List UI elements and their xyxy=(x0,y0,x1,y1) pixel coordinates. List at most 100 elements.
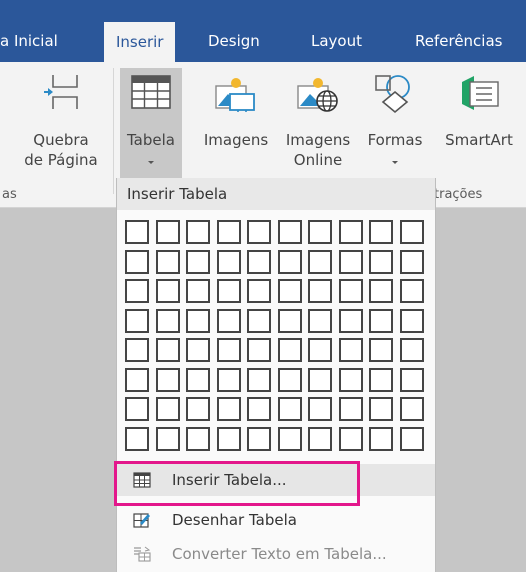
menu-desenhar-tabela-label: Desenhar Tabela xyxy=(172,511,297,529)
grid-cell[interactable] xyxy=(369,367,393,392)
grid-cell[interactable] xyxy=(369,397,393,421)
grid-cell[interactable] xyxy=(338,426,363,451)
quebra-de-pagina-button[interactable]: Quebra de Página xyxy=(16,68,106,182)
grid-cell[interactable] xyxy=(155,279,180,303)
quebra-label-2: de Página xyxy=(24,151,98,169)
grid-cell[interactable] xyxy=(338,220,363,244)
grid-cell[interactable] xyxy=(186,249,210,274)
grid-cell[interactable] xyxy=(247,397,271,421)
grid-cell[interactable] xyxy=(308,279,332,303)
grid-cell[interactable] xyxy=(247,338,271,362)
grid-cell[interactable] xyxy=(125,338,149,362)
grid-cell[interactable] xyxy=(247,249,271,274)
chevron-down-icon xyxy=(148,161,154,164)
formas-button[interactable]: Formas xyxy=(358,68,432,178)
grid-cell[interactable] xyxy=(247,279,271,303)
grid-cell[interactable] xyxy=(277,367,302,392)
grid-cell[interactable] xyxy=(399,426,424,451)
grid-cell[interactable] xyxy=(216,338,241,362)
tab-design[interactable]: Design xyxy=(208,20,260,62)
grid-cell[interactable] xyxy=(338,338,363,362)
tab-referencias[interactable]: Referências xyxy=(415,20,502,62)
grid-cell[interactable] xyxy=(186,426,210,451)
grid-cell[interactable] xyxy=(186,397,210,421)
menu-desenhar-tabela[interactable]: Desenhar Tabela xyxy=(117,504,435,536)
grid-cell[interactable] xyxy=(125,426,149,451)
grid-cell[interactable] xyxy=(155,426,180,451)
grid-cell[interactable] xyxy=(277,338,302,362)
grid-cell[interactable] xyxy=(369,249,393,274)
grid-cell[interactable] xyxy=(369,338,393,362)
grid-cell[interactable] xyxy=(399,338,424,362)
grid-cell[interactable] xyxy=(216,397,241,421)
group-label-ilustracoes: trações xyxy=(434,187,483,202)
grid-cell[interactable] xyxy=(125,397,149,421)
grid-cell[interactable] xyxy=(308,249,332,274)
grid-cell[interactable] xyxy=(277,397,302,421)
grid-cell[interactable] xyxy=(216,308,241,333)
grid-cell[interactable] xyxy=(399,367,424,392)
grid-cell[interactable] xyxy=(155,367,180,392)
grid-cell[interactable] xyxy=(399,397,424,421)
grid-cell[interactable] xyxy=(308,397,332,421)
grid-cell[interactable] xyxy=(186,279,210,303)
grid-cell[interactable] xyxy=(399,220,424,244)
imagens-online-button[interactable]: Imagens Online xyxy=(278,68,358,178)
grid-cell[interactable] xyxy=(247,220,271,244)
tab-layout[interactable]: Layout xyxy=(311,20,362,62)
grid-cell[interactable] xyxy=(216,249,241,274)
grid-cell[interactable] xyxy=(277,220,302,244)
grid-cell[interactable] xyxy=(308,338,332,362)
grid-cell[interactable] xyxy=(308,426,332,451)
grid-cell[interactable] xyxy=(155,220,180,244)
grid-cell[interactable] xyxy=(125,367,149,392)
grid-cell[interactable] xyxy=(125,308,149,333)
grid-cell[interactable] xyxy=(186,308,210,333)
imagens-button[interactable]: Imagens xyxy=(196,68,276,168)
tab-inserir[interactable]: Inserir xyxy=(104,22,176,62)
tab-pagina-inicial[interactable]: a Inicial xyxy=(0,20,86,62)
grid-cell[interactable] xyxy=(369,279,393,303)
tabela-button[interactable]: Tabela xyxy=(120,68,182,182)
grid-cell[interactable] xyxy=(277,426,302,451)
formas-label: Formas xyxy=(367,131,423,149)
grid-cell[interactable] xyxy=(308,220,332,244)
grid-cell[interactable] xyxy=(338,279,363,303)
grid-cell[interactable] xyxy=(247,308,271,333)
imagens-label: Imagens xyxy=(203,131,269,149)
grid-cell[interactable] xyxy=(155,397,180,421)
grid-cell[interactable] xyxy=(399,249,424,274)
grid-cell[interactable] xyxy=(338,397,363,421)
grid-cell[interactable] xyxy=(369,308,393,333)
grid-cell[interactable] xyxy=(277,279,302,303)
smartart-button[interactable]: SmartArt xyxy=(436,68,526,168)
grid-cell[interactable] xyxy=(216,426,241,451)
grid-cell[interactable] xyxy=(155,308,180,333)
grid-cell[interactable] xyxy=(186,367,210,392)
grid-cell[interactable] xyxy=(338,249,363,274)
menu-converter-texto[interactable]: Converter Texto em Tabela... xyxy=(117,538,435,570)
grid-cell[interactable] xyxy=(125,249,149,274)
grid-cell[interactable] xyxy=(277,249,302,274)
grid-cell[interactable] xyxy=(155,338,180,362)
ribbon-tab-bar: a Inicial Inserir Design Layout Referênc… xyxy=(0,0,526,62)
grid-cell[interactable] xyxy=(216,220,241,244)
grid-cell[interactable] xyxy=(338,308,363,333)
grid-cell[interactable] xyxy=(399,279,424,303)
grid-cell[interactable] xyxy=(277,308,302,333)
grid-cell[interactable] xyxy=(247,367,271,392)
grid-cell[interactable] xyxy=(338,367,363,392)
grid-cell[interactable] xyxy=(125,279,149,303)
grid-cell[interactable] xyxy=(216,367,241,392)
grid-cell[interactable] xyxy=(125,220,149,244)
grid-cell[interactable] xyxy=(186,220,210,244)
grid-cell[interactable] xyxy=(369,426,393,451)
grid-cell[interactable] xyxy=(308,308,332,333)
grid-cell[interactable] xyxy=(155,249,180,274)
grid-cell[interactable] xyxy=(216,279,241,303)
grid-cell[interactable] xyxy=(369,220,393,244)
grid-cell[interactable] xyxy=(247,426,271,451)
grid-cell[interactable] xyxy=(308,367,332,392)
grid-cell[interactable] xyxy=(399,308,424,333)
grid-cell[interactable] xyxy=(186,338,210,362)
